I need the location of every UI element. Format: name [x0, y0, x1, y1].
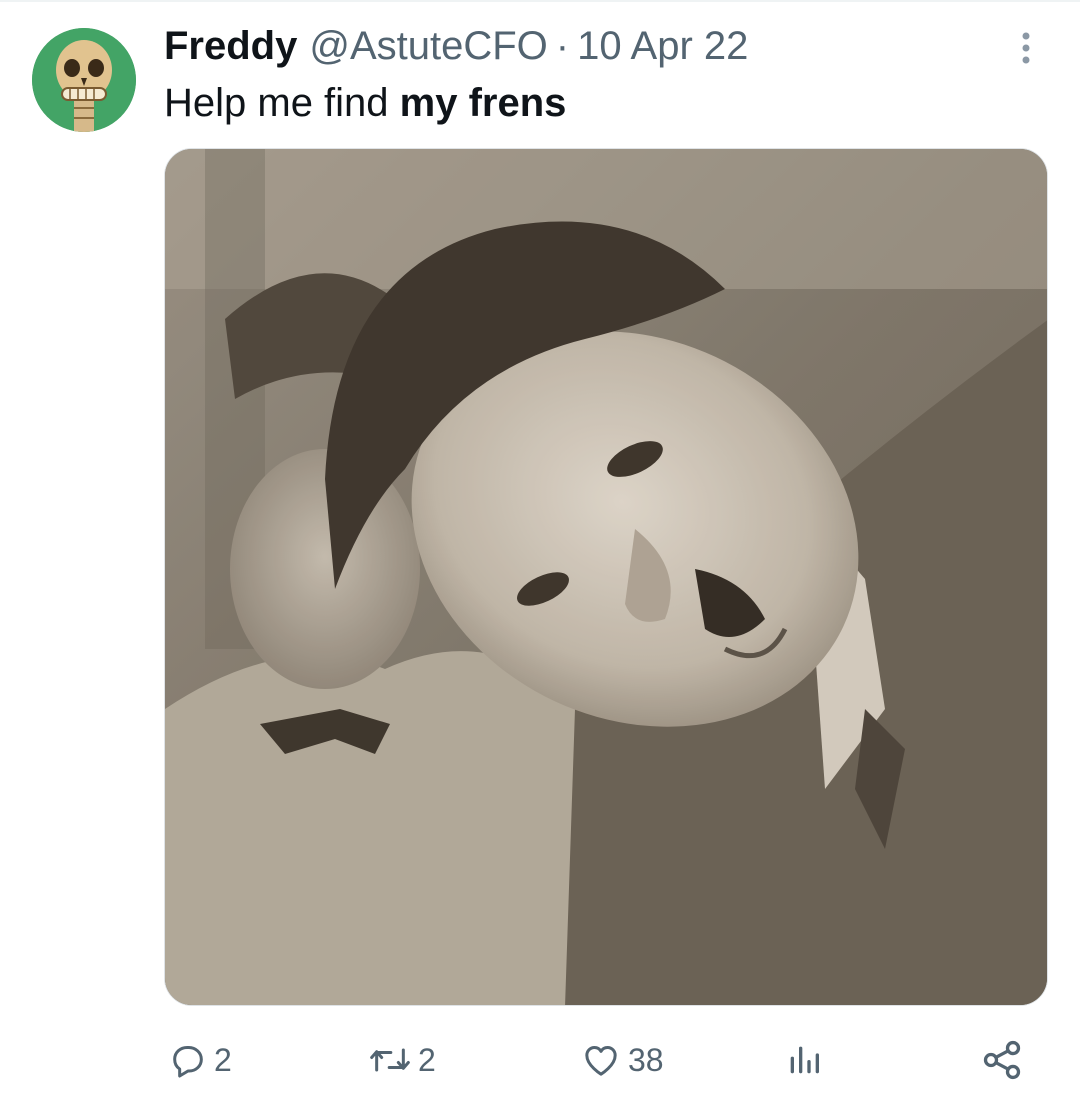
tweet-text-bold: my frens — [399, 81, 567, 125]
display-name[interactable]: Freddy — [164, 22, 297, 70]
avatar[interactable] — [32, 28, 136, 132]
share-button[interactable] — [980, 1030, 1024, 1090]
separator: · — [555, 24, 570, 68]
views-button[interactable] — [784, 1030, 830, 1090]
handle[interactable]: @AstuteCFO — [309, 22, 547, 70]
retweet-count: 2 — [418, 1041, 436, 1078]
sepia-photo-image — [165, 149, 1047, 1005]
tweet: Freddy @AstuteCFO · 10 Apr 22 Help me fi… — [0, 0, 1080, 1112]
timestamp[interactable]: 10 Apr 22 — [577, 22, 748, 70]
retweet-icon — [370, 1048, 410, 1072]
tweet-header: Freddy @AstuteCFO · 10 Apr 22 — [164, 22, 748, 70]
more-options-button[interactable] — [1008, 28, 1044, 68]
skull-avatar-icon — [32, 28, 136, 132]
tweet-media-photo[interactable] — [164, 148, 1048, 1006]
reply-button[interactable]: 2 — [168, 1030, 232, 1090]
reply-icon — [173, 1046, 203, 1078]
like-button[interactable]: 38 — [580, 1030, 664, 1090]
more-vertical-icon — [1022, 32, 1030, 64]
tweet-text: Help me find my frens — [164, 78, 566, 128]
views-icon — [790, 1046, 819, 1074]
reply-count: 2 — [214, 1041, 232, 1078]
tweet-text-plain: Help me find — [164, 81, 400, 125]
tweet-actions: 2 2 38 — [164, 1030, 1048, 1090]
divider — [0, 0, 1080, 2]
retweet-button[interactable]: 2 — [368, 1030, 436, 1090]
like-count: 38 — [628, 1041, 664, 1078]
share-icon — [983, 1040, 1021, 1080]
heart-icon — [585, 1046, 617, 1076]
